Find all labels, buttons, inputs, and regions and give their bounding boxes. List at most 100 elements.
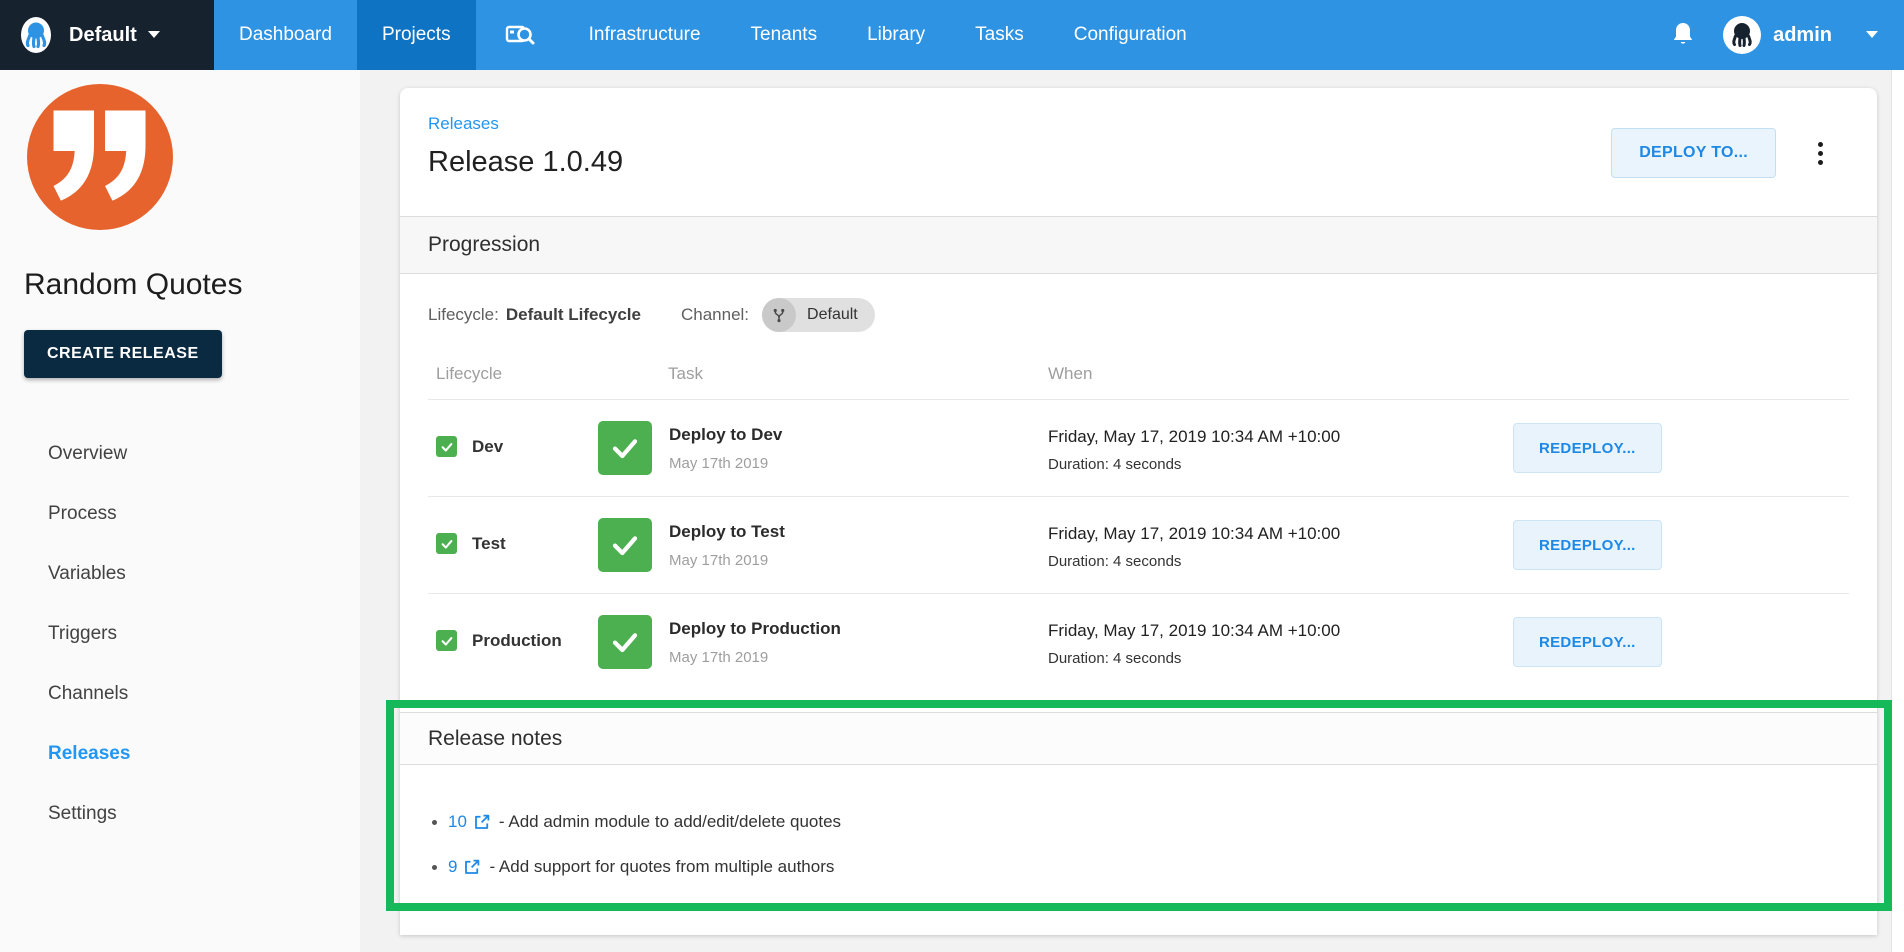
bullet-icon	[432, 865, 437, 870]
sidebar-item-releases[interactable]: Releases	[0, 724, 360, 784]
nav-items: Dashboard Projects Infrastructure Tenant…	[214, 0, 1212, 70]
sidebar-item-settings[interactable]: Settings	[0, 784, 360, 844]
redeploy-button[interactable]: REDEPLOY...	[1513, 617, 1662, 667]
progression-heading: Progression	[428, 233, 540, 257]
task-success-icon	[598, 421, 652, 475]
lifecycle-cell: Production	[428, 615, 598, 669]
channel-chip: Default	[762, 298, 875, 332]
issue-link[interactable]: 9	[448, 857, 457, 877]
project-name: Random Quotes	[24, 268, 360, 302]
environment-name: Production	[472, 630, 562, 651]
search-icon	[504, 21, 536, 49]
overflow-menu-icon[interactable]	[1814, 136, 1827, 171]
nav-item-tasks[interactable]: Tasks	[950, 0, 1049, 70]
external-link-icon[interactable]	[473, 813, 491, 831]
redeploy-button[interactable]: REDEPLOY...	[1513, 423, 1662, 473]
channel-label: Channel:	[681, 305, 749, 325]
release-notes-section-header: Release notes	[400, 712, 1877, 765]
table-row: Test Deploy to Test May 17th 2019 Friday…	[428, 496, 1849, 593]
environment-check-icon	[436, 630, 457, 651]
user-name[interactable]: admin	[1773, 24, 1832, 47]
task-date: May 17th 2019	[669, 649, 841, 666]
environment-name: Dev	[472, 436, 503, 457]
deploy-duration: Duration: 4 seconds	[1048, 456, 1513, 473]
task-title[interactable]: Deploy to Test	[669, 522, 785, 542]
chevron-down-icon[interactable]	[1866, 31, 1878, 39]
action-cell: REDEPLOY...	[1513, 615, 1849, 669]
lifecycle-channel-row: Lifecycle: Default Lifecycle Channel:	[428, 298, 1849, 332]
deploy-duration: Duration: 4 seconds	[1048, 553, 1513, 570]
sidebar-item-process[interactable]: Process	[0, 484, 360, 544]
nav-item-label: Tasks	[975, 24, 1024, 46]
release-detail-card: Releases Release 1.0.49 DEPLOY TO... Pro…	[400, 88, 1877, 935]
environment-check-icon	[436, 436, 457, 457]
breadcrumb[interactable]: Releases	[428, 114, 623, 134]
deploy-to-button[interactable]: DEPLOY TO...	[1611, 128, 1776, 178]
note-text: - Add support for quotes from multiple a…	[489, 857, 834, 877]
sidebar-item-triggers[interactable]: Triggers	[0, 604, 360, 664]
task-date: May 17th 2019	[669, 552, 785, 569]
notifications-button[interactable]	[1671, 21, 1723, 49]
user-avatar[interactable]	[1723, 16, 1761, 54]
lifecycle-label: Lifecycle:	[428, 305, 499, 325]
task-text: Deploy to Production May 17th 2019	[669, 615, 841, 669]
nav-item-label: Infrastructure	[589, 24, 701, 46]
nav-item-configuration[interactable]: Configuration	[1049, 0, 1212, 70]
create-release-button[interactable]: CREATE RELEASE	[24, 330, 222, 378]
issue-link[interactable]: 10	[448, 812, 467, 832]
deploy-timestamp: Friday, May 17, 2019 10:34 AM +10:00	[1048, 621, 1513, 641]
deploy-timestamp: Friday, May 17, 2019 10:34 AM +10:00	[1048, 524, 1513, 544]
redeploy-button[interactable]: REDEPLOY...	[1513, 520, 1662, 570]
space-switcher[interactable]: Default	[0, 0, 214, 70]
double-quote-icon	[48, 105, 152, 209]
sidebar-item-overview[interactable]: Overview	[0, 424, 360, 484]
nav-item-library[interactable]: Library	[842, 0, 950, 70]
lifecycle-value: Default Lifecycle	[506, 305, 641, 325]
deploy-duration: Duration: 4 seconds	[1048, 650, 1513, 667]
avatar-octopus-icon	[1729, 21, 1755, 49]
when-cell: Friday, May 17, 2019 10:34 AM +10:00 Dur…	[1048, 421, 1513, 475]
table-row: Production Deploy to Production May 17th…	[428, 593, 1849, 690]
chip-icon-circle	[762, 298, 796, 332]
project-sidebar: Random Quotes CREATE RELEASE Overview Pr…	[0, 70, 360, 952]
task-text: Deploy to Dev May 17th 2019	[669, 421, 782, 475]
action-cell: REDEPLOY...	[1513, 421, 1849, 475]
sidebar-item-variables[interactable]: Variables	[0, 544, 360, 604]
environment-check-icon	[436, 533, 457, 554]
bullet-icon	[432, 820, 437, 825]
task-cell: Deploy to Production May 17th 2019	[598, 615, 1048, 669]
table-row: Dev Deploy to Dev May 17th 2019 Friday, …	[428, 399, 1849, 496]
nav-item-label: Projects	[382, 24, 451, 46]
scrollbar-track[interactable]	[1891, 70, 1904, 952]
task-title[interactable]: Deploy to Dev	[669, 425, 782, 445]
release-notes-heading: Release notes	[428, 727, 562, 751]
project-nav: Overview Process Variables Triggers Chan…	[0, 424, 360, 844]
branch-icon	[770, 306, 788, 324]
task-success-icon	[598, 615, 652, 669]
search-nav-button[interactable]	[476, 0, 564, 70]
space-label: Default	[69, 24, 137, 47]
nav-item-tenants[interactable]: Tenants	[726, 0, 843, 70]
task-title[interactable]: Deploy to Production	[669, 619, 841, 639]
deploy-timestamp: Friday, May 17, 2019 10:34 AM +10:00	[1048, 427, 1513, 447]
sidebar-item-channels[interactable]: Channels	[0, 664, 360, 724]
project-logo	[27, 84, 173, 230]
channel-chip-label: Default	[807, 306, 858, 324]
list-item: 9 - Add support for quotes from multiple…	[432, 854, 1849, 880]
nav-item-projects[interactable]: Projects	[357, 0, 476, 70]
progression-section-header: Progression	[400, 216, 1877, 274]
nav-item-infrastructure[interactable]: Infrastructure	[564, 0, 726, 70]
nav-right: admin	[1671, 0, 1904, 70]
task-date: May 17th 2019	[669, 455, 782, 472]
external-link-icon[interactable]	[463, 858, 481, 876]
when-cell: Friday, May 17, 2019 10:34 AM +10:00 Dur…	[1048, 518, 1513, 572]
action-cell: REDEPLOY...	[1513, 518, 1849, 572]
nav-item-dashboard[interactable]: Dashboard	[214, 0, 357, 70]
list-item: 10 - Add admin module to add/edit/delete…	[432, 809, 1849, 835]
column-header-when: When	[1048, 364, 1513, 384]
title-block: Releases Release 1.0.49	[428, 114, 623, 180]
page-title: Release 1.0.49	[428, 144, 623, 180]
column-header-lifecycle: Lifecycle	[428, 364, 598, 384]
task-cell: Deploy to Dev May 17th 2019	[598, 421, 1048, 475]
nav-item-label: Configuration	[1074, 24, 1187, 46]
